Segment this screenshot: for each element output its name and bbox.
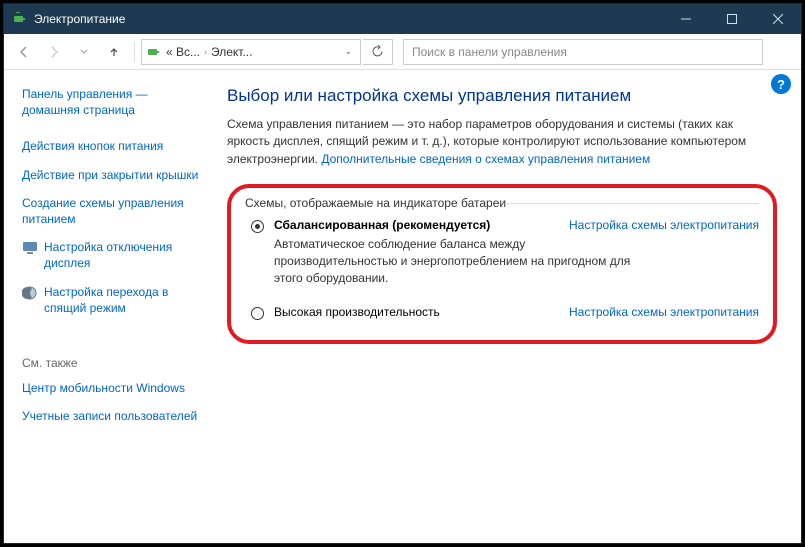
sidebar-link[interactable]: Создание схемы управления питанием	[22, 195, 199, 227]
sidebar-link[interactable]: Действие при закрытии крышки	[22, 167, 199, 183]
forward-button[interactable]	[40, 38, 68, 66]
group-header: Схемы, отображаемые на индикаторе батаре…	[245, 196, 759, 210]
window-title: Электропитание	[34, 12, 663, 26]
sidebar-link[interactable]: Действия кнопок питания	[22, 138, 199, 154]
navigation-bar: « Вс... › Элект... ⌄ Поиск в панели упра…	[4, 34, 801, 70]
window: Электропитание « Вс... › Элект... ⌄ Поис…	[3, 3, 802, 544]
radio-button[interactable]	[251, 307, 264, 320]
plan-description: Автоматическое соблюдение баланса между …	[274, 236, 634, 286]
learn-more-link[interactable]: Дополнительные сведения о схемах управле…	[321, 152, 650, 166]
chevron-right-icon: ›	[204, 47, 207, 57]
plan-name: Сбалансированная (рекомендуется)	[274, 218, 490, 232]
breadcrumb-part[interactable]: Элект...	[211, 45, 252, 59]
power-options-icon	[146, 44, 162, 60]
see-also-link[interactable]: Центр мобильности Windows	[22, 380, 199, 396]
sidebar: Панель управления — домашняя страница Де…	[4, 70, 209, 543]
see-also-link[interactable]: Учетные записи пользователей	[22, 408, 199, 424]
power-options-icon	[12, 11, 28, 27]
sleep-link[interactable]: Настройка перехода в спящий режим	[44, 284, 199, 316]
help-icon[interactable]: ?	[771, 74, 791, 94]
power-plan-option[interactable]: Высокая производительность Настройка схе…	[251, 305, 759, 320]
power-plans-group: Схемы, отображаемые на индикаторе батаре…	[227, 184, 777, 343]
refresh-button[interactable]	[363, 39, 393, 65]
titlebar: Электропитание	[4, 4, 801, 34]
page-description: Схема управления питанием — это набор па…	[227, 116, 777, 168]
main-content: ? Выбор или настройка схемы управления п…	[209, 70, 801, 543]
radio-button[interactable]	[251, 220, 264, 233]
up-button[interactable]	[100, 38, 128, 66]
maximize-button[interactable]	[709, 4, 755, 34]
search-placeholder: Поиск в панели управления	[412, 45, 567, 59]
recent-dropdown[interactable]	[70, 38, 98, 66]
page-heading: Выбор или настройка схемы управления пит…	[227, 86, 777, 106]
back-button[interactable]	[10, 38, 38, 66]
chevron-down-icon[interactable]: ⌄	[340, 46, 356, 57]
breadcrumb-part[interactable]: « Вс...	[166, 45, 200, 59]
search-input[interactable]: Поиск в панели управления	[403, 39, 763, 65]
change-plan-settings-link[interactable]: Настройка схемы электропитания	[569, 218, 759, 232]
close-button[interactable]	[755, 4, 801, 34]
plan-name: Высокая производительность	[274, 305, 440, 319]
see-also-heading: См. также	[22, 356, 199, 370]
change-plan-settings-link[interactable]: Настройка схемы электропитания	[569, 305, 759, 319]
moon-icon	[22, 285, 38, 301]
power-plan-option[interactable]: Сбалансированная (рекомендуется) Настрой…	[251, 218, 759, 286]
address-bar[interactable]: « Вс... › Элект... ⌄	[141, 39, 361, 65]
minimize-button[interactable]	[663, 4, 709, 34]
control-panel-home-link[interactable]: Панель управления — домашняя страница	[22, 86, 199, 118]
monitor-icon	[22, 240, 38, 256]
display-off-link[interactable]: Настройка отключения дисплея	[44, 239, 199, 271]
